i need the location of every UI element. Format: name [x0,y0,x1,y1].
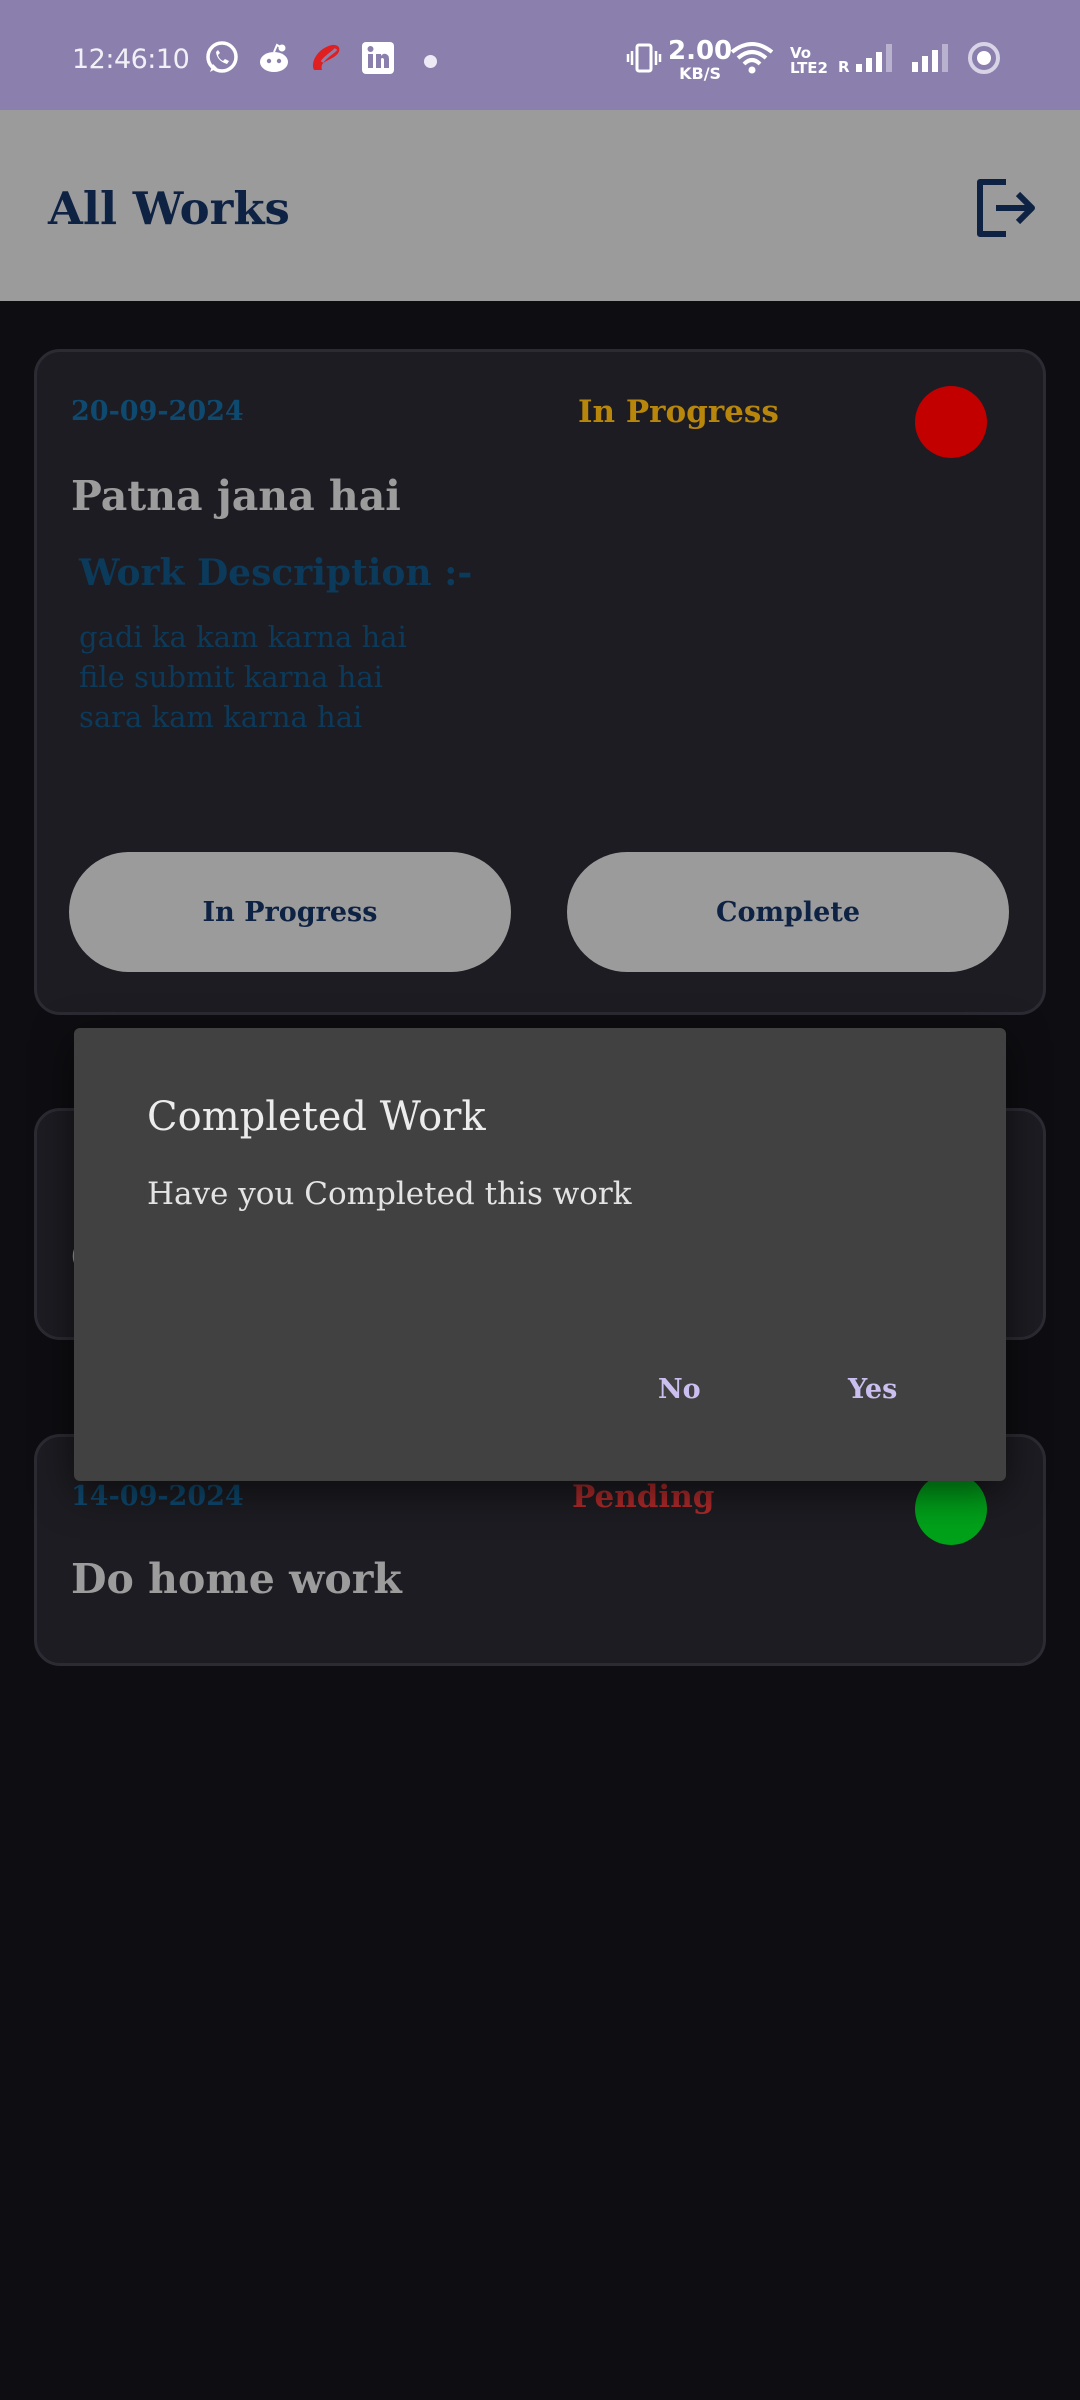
whatsapp-icon [204,40,240,76]
reddit-icon [256,40,292,76]
work-title: Patna jana hai [71,472,401,520]
in-progress-button[interactable]: In Progress [69,852,511,972]
app-bar: All Works [0,110,1080,301]
priority-dot [915,1473,987,1545]
completed-work-dialog: Completed Work Have you Completed this w… [74,1028,1006,1481]
wifi-icon [730,40,774,76]
work-date: 20-09-2024 [71,396,244,427]
description-heading: Work Description :- [79,552,473,594]
battery-ring-icon [966,40,1002,76]
roaming-label: R [838,58,850,76]
page-title: All Works [48,182,290,235]
dialog-title: Completed Work [147,1094,486,1140]
more-dot-icon [424,55,437,68]
work-status: In Progress [578,394,779,430]
status-time: 12:46:10 [72,44,190,75]
work-title: Do home work [71,1555,402,1603]
no-button[interactable]: No [658,1374,701,1405]
linkedin-icon [360,40,396,76]
airtel-icon [308,40,344,76]
signal-icon-2 [910,40,954,76]
description-line: sara kam karna hai [79,700,363,734]
work-date: 14-09-2024 [71,1481,244,1512]
work-card: 20-09-2024 In Progress Patna jana hai Wo… [34,349,1046,1015]
logout-icon[interactable] [972,174,1040,242]
signal-icon [854,40,898,76]
description-line: file submit karna hai [79,660,383,694]
work-status: Pending [572,1479,715,1515]
description-line: gadi ka kam karna hai [79,620,407,654]
yes-button[interactable]: Yes [848,1374,897,1405]
priority-dot [915,386,987,458]
net-speed: 2.00 KB/S [668,36,733,83]
volte-label: Vo LTE2 [790,44,828,77]
status-bar: 12:46:10 2.00 KB/S Vo LTE2 R [0,0,1080,110]
vibrate-icon [626,40,662,76]
dialog-message: Have you Completed this work [147,1176,632,1212]
complete-button[interactable]: Complete [567,852,1009,972]
